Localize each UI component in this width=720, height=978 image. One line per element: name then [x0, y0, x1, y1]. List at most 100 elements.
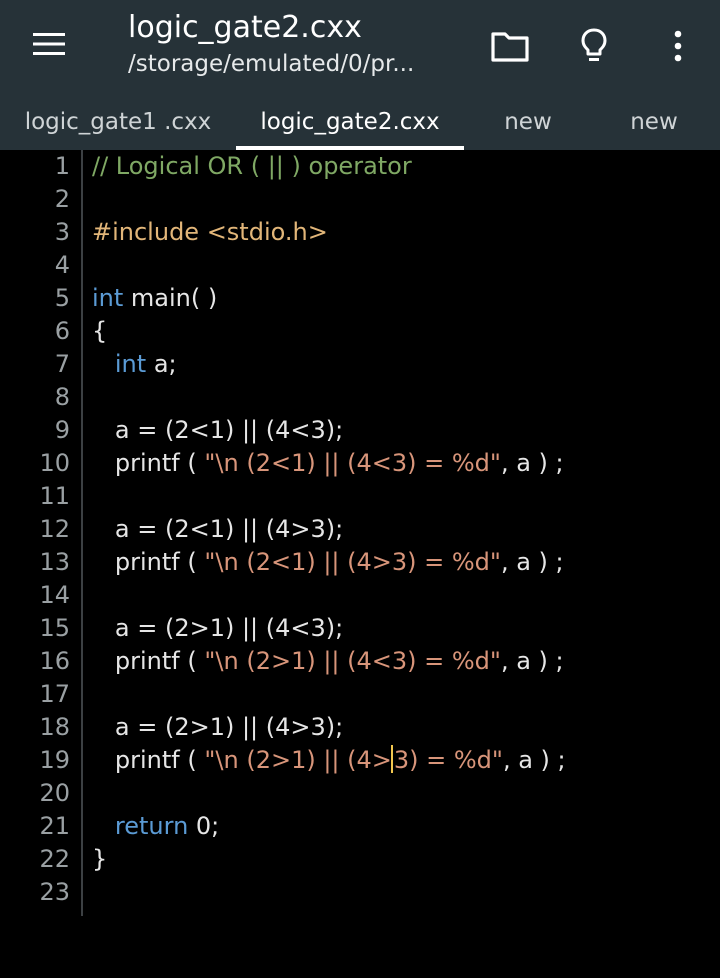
code-line[interactable]: 22} — [0, 843, 720, 876]
line-number: 4 — [54, 251, 70, 279]
app-bar: logic_gate2.cxx /storage/emulated/0/pr..… — [0, 0, 720, 93]
line-number: 7 — [54, 350, 70, 378]
code-token: a; — [146, 350, 177, 378]
code-text: printf ( "\n (2<1) || (4<3) = %d", a ) ; — [92, 447, 564, 480]
code-token: a = (2<1) || (4>3); — [114, 515, 344, 543]
line-number: 14 — [39, 581, 70, 609]
line-number: 23 — [39, 878, 70, 906]
line-number: 15 — [39, 614, 70, 642]
code-line[interactable]: 8 — [0, 381, 720, 414]
menu-icon — [33, 33, 65, 55]
line-number: 13 — [39, 548, 70, 576]
line-number: 8 — [54, 383, 70, 411]
tab-label: logic_gate2.cxx — [260, 108, 440, 135]
code-token: , a ) ; — [500, 548, 564, 576]
tab-new-2[interactable]: new — [592, 93, 716, 150]
file-title: logic_gate2.cxx — [128, 10, 362, 45]
line-number: 9 — [54, 416, 70, 444]
code-line[interactable]: 20 — [0, 777, 720, 810]
code-token: printf ( — [114, 746, 205, 774]
tab-logic-gate1[interactable]: logic_gate1 .cxx — [0, 93, 236, 150]
code-line[interactable]: 12 a = (2<1) || (4>3); — [0, 513, 720, 546]
keyword-token: int — [114, 350, 147, 378]
code-editor[interactable]: 1// Logical OR ( || ) operator 2 3 #include… — [0, 150, 720, 978]
more-vert-icon — [674, 30, 682, 62]
code-line[interactable]: 19 printf ( "\n (2>1) || (4>3) = %d", a … — [0, 744, 720, 777]
string-token: "\n (2>1) || (4> — [204, 746, 392, 774]
title-block: logic_gate2.cxx /storage/emulated/0/pr..… — [128, 8, 458, 80]
code-token: printf ( — [114, 449, 205, 477]
code-text: a = (2>1) || (4<3); — [92, 612, 343, 645]
app-window: logic_gate2.cxx /storage/emulated/0/pr..… — [0, 0, 720, 978]
code-token: , a ) ; — [500, 449, 564, 477]
code-text: a = (2<1) || (4>3); — [92, 513, 343, 546]
code-token: , a ) ; — [500, 647, 564, 675]
code-line[interactable]: 6{ — [0, 315, 720, 348]
code-line[interactable]: 23 — [0, 876, 720, 909]
code-text: a = (2>1) || (4>3); — [92, 711, 343, 744]
code-text: return 0; — [92, 810, 219, 843]
code-text: { — [92, 315, 107, 348]
code-text: a = (2<1) || (4<3); — [92, 414, 343, 447]
code-line[interactable]: 11 — [0, 480, 720, 513]
code-line[interactable]: 17 — [0, 678, 720, 711]
code-line[interactable]: 3 #include <stdio.h> — [0, 216, 720, 249]
code-text: } — [92, 843, 107, 876]
string-token: "\n (2<1) || (4<3) = %d" — [204, 449, 501, 477]
code-token: a = (2<1) || (4<3); — [114, 416, 344, 444]
code-text: printf ( "\n (2<1) || (4>3) = %d", a ) ; — [92, 546, 564, 579]
code-line[interactable]: 1 // Logical OR ( || ) operator — [0, 150, 720, 183]
code-line[interactable]: 4 — [0, 249, 720, 282]
file-tabs: logic_gate1 .cxx logic_gate2.cxx new new — [0, 93, 720, 150]
code-line[interactable]: 7 int a; — [0, 348, 720, 381]
tab-label: logic_gate1 .cxx — [24, 108, 212, 135]
more-options-button[interactable] — [654, 22, 702, 70]
preprocessor-token: #include <stdio.h> — [92, 218, 328, 246]
line-number: 5 — [54, 284, 70, 312]
tab-logic-gate2[interactable]: logic_gate2.cxx — [236, 93, 464, 150]
code-line[interactable]: 18 a = (2>1) || (4>3); — [0, 711, 720, 744]
code-line[interactable]: 10 printf ( "\n (2<1) || (4<3) = %d", a … — [0, 447, 720, 480]
line-number: 11 — [39, 482, 70, 510]
string-token: "\n (2>1) || (4<3) = %d" — [204, 647, 501, 675]
code-text: printf ( "\n (2>1) || (4>3) = %d", a ) ; — [92, 744, 566, 777]
text-cursor — [390, 745, 393, 773]
code-token: main( ) — [123, 284, 218, 312]
line-number: 17 — [39, 680, 70, 708]
tab-label: new — [504, 108, 552, 135]
menu-button[interactable] — [22, 22, 76, 66]
code-text: printf ( "\n (2>1) || (4<3) = %d", a ) ; — [92, 645, 564, 678]
code-line[interactable]: 21 return 0; — [0, 810, 720, 843]
string-token: "\n (2<1) || (4>3) = %d" — [204, 548, 501, 576]
code-line[interactable]: 9 a = (2<1) || (4<3); — [0, 414, 720, 447]
code-line[interactable]: 14 — [0, 579, 720, 612]
hint-button[interactable] — [570, 22, 618, 70]
code-token: , a ) ; — [502, 746, 566, 774]
code-token: } — [92, 845, 108, 873]
keyword-token: int — [92, 284, 124, 312]
open-folder-button[interactable] — [486, 22, 534, 70]
code-token: 0; — [188, 812, 220, 840]
code-text: // Logical OR ( || ) operator — [92, 150, 412, 183]
code-line[interactable]: 16 printf ( "\n (2>1) || (4<3) = %d", a … — [0, 645, 720, 678]
code-line[interactable]: 5 int main( ) — [0, 282, 720, 315]
tab-new-1[interactable]: new — [464, 93, 592, 150]
line-number: 16 — [39, 647, 70, 675]
code-line[interactable]: 2 — [0, 183, 720, 216]
line-number: 22 — [39, 845, 70, 873]
line-number: 2 — [54, 185, 70, 213]
line-number: 1 — [54, 152, 70, 180]
code-line[interactable]: 15 a = (2>1) || (4<3); — [0, 612, 720, 645]
code-line[interactable]: 13 printf ( "\n (2<1) || (4>3) = %d", a … — [0, 546, 720, 579]
keyword-token: return — [114, 812, 189, 840]
code-token: a = (2>1) || (4>3); — [114, 713, 344, 741]
